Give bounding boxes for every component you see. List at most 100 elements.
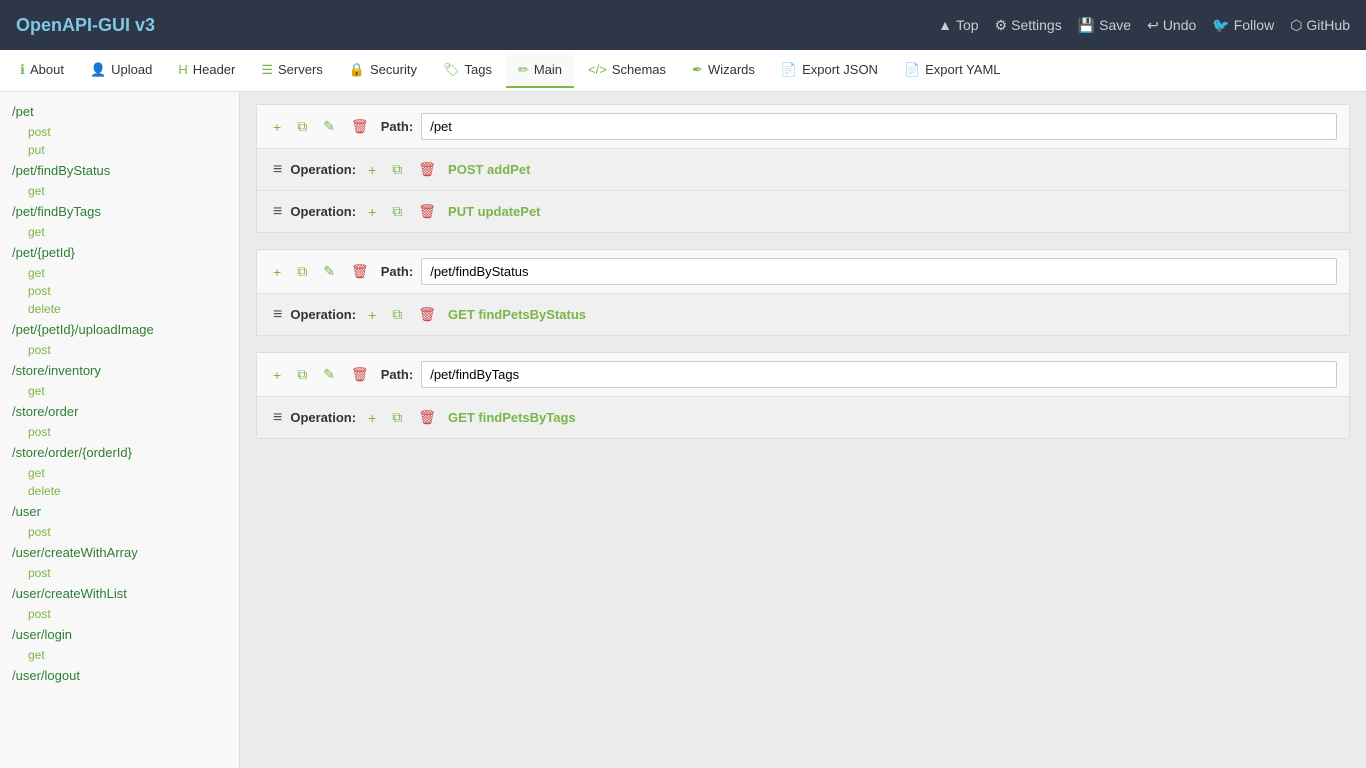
sidebar-path-4[interactable]: /pet/{petId}/uploadImage bbox=[0, 318, 239, 341]
sidebar-method-post[interactable]: post bbox=[0, 123, 239, 141]
copy-operation-button[interactable]: ⧉ bbox=[388, 407, 406, 428]
path-input[interactable] bbox=[421, 258, 1337, 285]
path-row-2: +⧉✎🗑Path: bbox=[257, 353, 1349, 396]
upload-icon: 👤 bbox=[90, 62, 106, 78]
tab-upload[interactable]: 👤 Upload bbox=[78, 54, 164, 88]
sidebar-method-put[interactable]: put bbox=[0, 141, 239, 159]
delete-operation-button[interactable]: 🗑 bbox=[414, 159, 440, 180]
edit-path-button[interactable]: ✎ bbox=[319, 364, 339, 385]
path-input[interactable] bbox=[421, 113, 1337, 140]
top-icon: ▲ bbox=[938, 17, 952, 33]
add-operation-button[interactable]: + bbox=[364, 202, 380, 222]
main-icon: ✏ bbox=[518, 62, 529, 78]
copy-path-button[interactable]: ⧉ bbox=[293, 261, 311, 282]
tags-icon: 🏷 bbox=[443, 62, 460, 78]
add-operation-button[interactable]: + bbox=[364, 160, 380, 180]
delete-path-button[interactable]: 🗑 bbox=[347, 364, 373, 385]
hamburger-icon[interactable]: ≡ bbox=[273, 161, 282, 179]
wizards-icon: ✒ bbox=[692, 62, 703, 78]
sidebar-path-12[interactable]: /user/logout bbox=[0, 664, 239, 687]
tab-main[interactable]: ✏ Main bbox=[506, 54, 574, 88]
copy-path-button[interactable]: ⧉ bbox=[293, 116, 311, 137]
servers-icon: ☰ bbox=[261, 62, 273, 78]
sidebar-method-delete[interactable]: delete bbox=[0, 482, 239, 500]
delete-operation-button[interactable]: 🗑 bbox=[414, 304, 440, 325]
export-yaml-icon: 📄 bbox=[904, 62, 920, 78]
sidebar-path-5[interactable]: /store/inventory bbox=[0, 359, 239, 382]
sidebar-method-get[interactable]: get bbox=[0, 646, 239, 664]
delete-operation-button[interactable]: 🗑 bbox=[414, 407, 440, 428]
tab-export-yaml[interactable]: 📄 Export YAML bbox=[892, 54, 1013, 88]
nav-github[interactable]: ⬡ GitHub bbox=[1290, 17, 1350, 34]
sidebar-method-get[interactable]: get bbox=[0, 464, 239, 482]
tab-tags[interactable]: 🏷 Tags bbox=[431, 54, 504, 88]
delete-operation-button[interactable]: 🗑 bbox=[414, 201, 440, 222]
sidebar-path-3[interactable]: /pet/{petId} bbox=[0, 241, 239, 264]
sidebar-method-post[interactable]: post bbox=[0, 605, 239, 623]
sidebar-path-2[interactable]: /pet/findByTags bbox=[0, 200, 239, 223]
sidebar-path-7[interactable]: /store/order/{orderId} bbox=[0, 441, 239, 464]
operation-name: PUT updatePet bbox=[448, 204, 540, 219]
tab-export-json[interactable]: 📄 Export JSON bbox=[769, 54, 890, 88]
operation-name: POST addPet bbox=[448, 162, 530, 177]
path-block-0: +⧉✎🗑Path:≡Operation:+⧉🗑POST addPet≡Opera… bbox=[256, 104, 1350, 233]
copy-path-button[interactable]: ⧉ bbox=[293, 364, 311, 385]
sidebar-method-post[interactable]: post bbox=[0, 423, 239, 441]
sidebar-method-post[interactable]: post bbox=[0, 341, 239, 359]
sidebar-path-9[interactable]: /user/createWithArray bbox=[0, 541, 239, 564]
github-icon: ⬡ bbox=[1290, 17, 1302, 34]
sidebar-path-6[interactable]: /store/order bbox=[0, 400, 239, 423]
nav-undo[interactable]: ↩ Undo bbox=[1147, 17, 1196, 34]
sidebar-path-11[interactable]: /user/login bbox=[0, 623, 239, 646]
path-input[interactable] bbox=[421, 361, 1337, 388]
tabbar: ℹ About 👤 Upload H Header ☰ Servers 🔒 Se… bbox=[0, 50, 1366, 92]
nav-settings[interactable]: ⚙ Settings bbox=[995, 17, 1062, 34]
tab-servers[interactable]: ☰ Servers bbox=[249, 54, 334, 88]
tab-about[interactable]: ℹ About bbox=[8, 54, 76, 88]
edit-path-button[interactable]: ✎ bbox=[319, 261, 339, 282]
operation-name: GET findPetsByStatus bbox=[448, 307, 586, 322]
add-path-button[interactable]: + bbox=[269, 117, 285, 137]
sidebar-method-delete[interactable]: delete bbox=[0, 300, 239, 318]
sidebar-method-get[interactable]: get bbox=[0, 182, 239, 200]
nav-follow[interactable]: 🐦 Follow bbox=[1212, 17, 1274, 34]
hamburger-icon[interactable]: ≡ bbox=[273, 203, 282, 221]
gear-icon: ⚙ bbox=[995, 17, 1008, 34]
nav-save[interactable]: 💾 Save bbox=[1078, 17, 1131, 34]
edit-path-button[interactable]: ✎ bbox=[319, 116, 339, 137]
tab-schemas[interactable]: </> Schemas bbox=[576, 54, 678, 87]
add-path-button[interactable]: + bbox=[269, 262, 285, 282]
tab-wizards[interactable]: ✒ Wizards bbox=[680, 54, 767, 88]
main-layout: /petpostput/pet/findByStatusget/pet/find… bbox=[0, 92, 1366, 768]
sidebar-method-post[interactable]: post bbox=[0, 282, 239, 300]
copy-operation-button[interactable]: ⧉ bbox=[388, 159, 406, 180]
delete-path-button[interactable]: 🗑 bbox=[347, 261, 373, 282]
sidebar-path-10[interactable]: /user/createWithList bbox=[0, 582, 239, 605]
sidebar-path-8[interactable]: /user bbox=[0, 500, 239, 523]
nav-top[interactable]: ▲ Top bbox=[938, 17, 978, 33]
delete-path-button[interactable]: 🗑 bbox=[347, 116, 373, 137]
hamburger-icon[interactable]: ≡ bbox=[273, 409, 282, 427]
sidebar-path-1[interactable]: /pet/findByStatus bbox=[0, 159, 239, 182]
hamburger-icon[interactable]: ≡ bbox=[273, 306, 282, 324]
schemas-icon: </> bbox=[588, 62, 607, 77]
add-operation-button[interactable]: + bbox=[364, 305, 380, 325]
sidebar-method-get[interactable]: get bbox=[0, 223, 239, 241]
operation-name: GET findPetsByTags bbox=[448, 410, 576, 425]
sidebar-method-post[interactable]: post bbox=[0, 523, 239, 541]
nav-links: ▲ Top ⚙ Settings 💾 Save ↩ Undo 🐦 Follow … bbox=[938, 17, 1350, 34]
tab-security[interactable]: 🔒 Security bbox=[337, 54, 429, 88]
copy-operation-button[interactable]: ⧉ bbox=[388, 304, 406, 325]
operation-label: Operation: bbox=[290, 410, 356, 425]
sidebar-method-post[interactable]: post bbox=[0, 564, 239, 582]
sidebar-method-get[interactable]: get bbox=[0, 382, 239, 400]
sidebar-path-0[interactable]: /pet bbox=[0, 100, 239, 123]
content-area: +⧉✎🗑Path:≡Operation:+⧉🗑POST addPet≡Opera… bbox=[240, 92, 1366, 768]
navbar: OpenAPI-GUI v3 ▲ Top ⚙ Settings 💾 Save ↩… bbox=[0, 0, 1366, 50]
twitter-icon: 🐦 bbox=[1212, 17, 1229, 34]
add-path-button[interactable]: + bbox=[269, 365, 285, 385]
sidebar-method-get[interactable]: get bbox=[0, 264, 239, 282]
tab-header[interactable]: H Header bbox=[166, 54, 247, 87]
copy-operation-button[interactable]: ⧉ bbox=[388, 201, 406, 222]
add-operation-button[interactable]: + bbox=[364, 408, 380, 428]
